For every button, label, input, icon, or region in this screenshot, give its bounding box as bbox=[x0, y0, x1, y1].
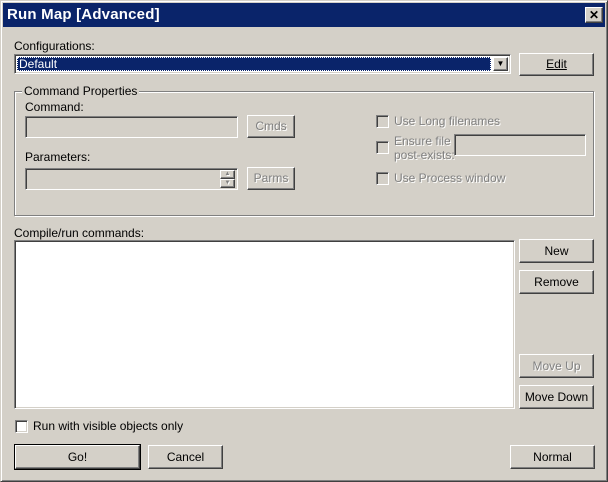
compile-run-label: Compile/run commands: bbox=[14, 226, 145, 240]
configurations-selection: Default bbox=[17, 57, 491, 71]
command-field[interactable] bbox=[25, 116, 238, 138]
ensure-file-field[interactable] bbox=[454, 134, 586, 156]
command-properties-title: Command Properties bbox=[22, 84, 140, 98]
parameters-label: Parameters: bbox=[25, 150, 91, 164]
cmds-button-label: Cmds bbox=[255, 119, 287, 133]
go-button-label: Go! bbox=[67, 450, 88, 464]
parameters-spin-up[interactable]: ▲ bbox=[220, 170, 235, 179]
new-button[interactable]: New bbox=[519, 239, 594, 263]
close-button[interactable]: ✕ bbox=[585, 7, 603, 23]
move-up-button[interactable]: Move Up bbox=[519, 354, 594, 378]
parameters-spin-down[interactable]: ▼ bbox=[220, 179, 235, 188]
parms-button-label: Parms bbox=[253, 171, 289, 185]
ensure-file-checkbox[interactable] bbox=[376, 141, 389, 154]
edit-button-label: Edit bbox=[546, 57, 567, 71]
ensure-file-label-line1: Ensure file bbox=[394, 134, 451, 148]
move-up-button-label: Move Up bbox=[532, 359, 581, 373]
chevron-down-icon: ▼ bbox=[496, 59, 505, 68]
new-button-label: New bbox=[544, 244, 569, 258]
edit-button[interactable]: Edit bbox=[519, 53, 594, 76]
go-button[interactable]: Go! bbox=[14, 444, 141, 470]
run-map-dialog: Run Map [Advanced] ✕ Configurations: Def… bbox=[0, 0, 608, 482]
title-bar[interactable]: Run Map [Advanced] ✕ bbox=[3, 3, 605, 27]
use-long-filenames-checkbox[interactable] bbox=[376, 115, 389, 128]
configurations-label: Configurations: bbox=[14, 39, 95, 53]
remove-button-label: Remove bbox=[534, 275, 579, 289]
configurations-selected-value: Default bbox=[19, 57, 58, 71]
ensure-file-label-line2: post-exists: bbox=[394, 148, 455, 162]
spin-down-icon: ▼ bbox=[224, 180, 231, 186]
parameters-field[interactable]: ▲ ▼ bbox=[25, 168, 238, 190]
configurations-dropdown-button[interactable]: ▼ bbox=[493, 57, 508, 71]
use-long-filenames-label: Use Long filenames bbox=[394, 114, 501, 128]
normal-button-label: Normal bbox=[533, 450, 572, 464]
close-icon: ✕ bbox=[588, 8, 600, 22]
remove-button[interactable]: Remove bbox=[519, 270, 594, 294]
move-down-button-label: Move Down bbox=[524, 390, 589, 404]
configurations-select[interactable]: Default ▼ bbox=[14, 54, 511, 74]
parms-button[interactable]: Parms bbox=[247, 167, 295, 190]
use-process-window-checkbox[interactable] bbox=[376, 172, 389, 185]
cancel-button[interactable]: Cancel bbox=[148, 445, 223, 469]
spin-up-icon: ▲ bbox=[224, 171, 231, 177]
cmds-button[interactable]: Cmds bbox=[247, 115, 295, 138]
run-visible-only-checkbox[interactable] bbox=[15, 420, 28, 433]
compile-run-list[interactable] bbox=[14, 240, 515, 409]
move-down-button[interactable]: Move Down bbox=[519, 385, 594, 409]
window-title: Run Map [Advanced] bbox=[7, 6, 160, 23]
run-visible-only-label: Run with visible objects only bbox=[33, 419, 184, 433]
command-label: Command: bbox=[25, 100, 84, 114]
use-process-window-label: Use Process window bbox=[394, 171, 506, 185]
normal-button[interactable]: Normal bbox=[510, 445, 595, 469]
cancel-button-label: Cancel bbox=[166, 450, 205, 464]
